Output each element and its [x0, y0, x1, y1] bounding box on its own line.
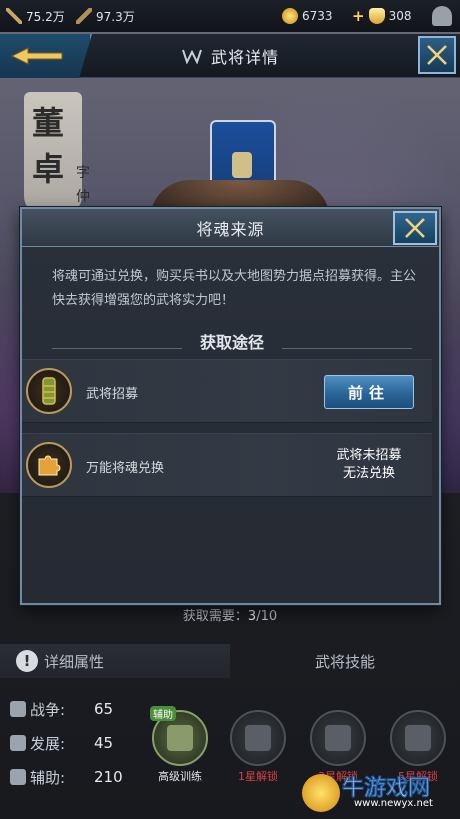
stat-war: 战争: 65 — [10, 698, 113, 720]
source-row-recruit: 武将招募 前往 — [22, 359, 432, 423]
gold-ingot-icon — [368, 8, 385, 24]
source-recruit-label: 武将招募 — [86, 386, 139, 402]
section-title: 获取途径 — [199, 333, 264, 352]
bow-icon — [76, 8, 92, 24]
close-button[interactable] — [418, 36, 456, 74]
add-gold-icon[interactable]: + — [352, 7, 365, 25]
tab-detail-label: 详细属性 — [44, 652, 105, 671]
locked-skill-icon — [245, 725, 271, 751]
gold-resource[interactable]: + 308 — [352, 0, 411, 32]
coin-resource: 6733 — [282, 0, 333, 32]
site-watermark: 牛游戏网 www.newyx.net — [302, 770, 452, 816]
dialog-header: 将魂来源 — [22, 209, 439, 247]
stat-war-label: 战争: — [30, 700, 66, 719]
coin-value: 6733 — [302, 9, 333, 23]
skill-locked-2[interactable] — [310, 710, 366, 766]
source-exchange-label: 万能将魂兑换 — [86, 460, 165, 476]
progress-label: 获取需要： — [182, 609, 248, 624]
stat-development: 发展: 45 — [10, 732, 113, 754]
hero-name-char-2: 卓 — [32, 150, 65, 188]
recruit-icon — [26, 368, 72, 414]
go-button[interactable]: 前往 — [324, 375, 414, 409]
puzzle-piece-icon — [38, 455, 61, 476]
resource-bar: 75.2万 97.3万 6733 + 308 — [0, 0, 460, 32]
sword-icon — [6, 8, 22, 24]
tab-skills-label: 武将技能 — [314, 652, 375, 671]
training-skill-icon — [167, 725, 193, 751]
hero-courtesy-char-2: 仲 — [76, 189, 90, 205]
close-icon — [405, 218, 425, 238]
support-icon — [10, 769, 26, 785]
dialog-close-button[interactable] — [393, 211, 437, 245]
dialog-description: 将魂可通过兑换，购买兵书以及大地图势力据点招募获得。主公快去获得增强您的武将实力… — [52, 269, 417, 308]
close-icon — [427, 45, 447, 65]
soul-source-dialog: 将魂来源 将魂可通过兑换，购买兵书以及大地图势力据点招募获得。主公快去获得增强您… — [20, 207, 441, 605]
stat-support-label: 辅助: — [30, 768, 66, 787]
resource-2-value: 97.3万 — [96, 9, 135, 24]
info-icon: ! — [16, 650, 38, 672]
crest-icon — [182, 49, 202, 64]
source-row-exchange: 万能将魂兑换 武将未招募 无法兑换 — [22, 433, 432, 497]
exchange-status: 武将未招募 无法兑换 — [324, 447, 414, 483]
stat-support: 辅助: 210 — [10, 766, 123, 788]
stat-war-value: 65 — [94, 700, 114, 718]
resource-1-value: 75.2万 — [26, 9, 65, 24]
title-bar: 武将详情 — [0, 34, 460, 78]
skill-1-label: 高级训练 — [158, 770, 202, 783]
scroll-icon — [42, 377, 56, 405]
resource-2: 97.3万 — [76, 0, 135, 32]
coin-icon — [282, 8, 298, 24]
hero-name-banner: 董 卓 — [24, 92, 82, 216]
dialog-title: 将魂来源 — [196, 219, 265, 239]
skill-2-label: 1星解锁 — [238, 770, 278, 783]
exchange-icon — [26, 442, 72, 488]
hero-courtesy-char-1: 字 — [76, 165, 90, 181]
stat-development-value: 45 — [94, 734, 114, 752]
soul-progress: 获取需要：3/10 — [0, 605, 460, 624]
exchange-status-line-2: 无法兑换 — [342, 466, 395, 481]
tab-hero-skills[interactable]: 武将技能 — [230, 644, 460, 678]
skill-type-tag: 辅助 — [150, 706, 176, 721]
tab-detail-attributes[interactable]: ! 详细属性 — [0, 644, 230, 678]
progress-total: /10 — [256, 609, 278, 624]
locked-skill-icon — [325, 725, 351, 751]
title-group: 武将详情 — [0, 34, 460, 78]
tab-bar: ! 详细属性 武将技能 — [0, 644, 460, 678]
hero-name-char-1: 董 — [32, 104, 65, 142]
stat-support-value: 210 — [94, 768, 123, 786]
section-header: 获取途径 — [52, 329, 412, 355]
skill-locked-3[interactable] — [390, 710, 446, 766]
development-icon — [10, 735, 26, 751]
progress-current: 3 — [247, 609, 257, 624]
resource-1: 75.2万 — [6, 0, 65, 32]
bell-icon[interactable] — [432, 6, 452, 26]
watermark-url: www.newyx.net — [354, 798, 433, 809]
locked-skill-icon — [405, 725, 431, 751]
mascot-logo — [302, 774, 340, 812]
page-title: 武将详情 — [210, 48, 279, 67]
divider — [282, 348, 412, 349]
skill-locked-1[interactable] — [230, 710, 286, 766]
crossed-swords-icon — [10, 701, 26, 717]
exchange-status-line-1: 武将未招募 — [336, 448, 402, 463]
gold-value: 308 — [388, 9, 412, 23]
stat-development-label: 发展: — [30, 734, 66, 753]
